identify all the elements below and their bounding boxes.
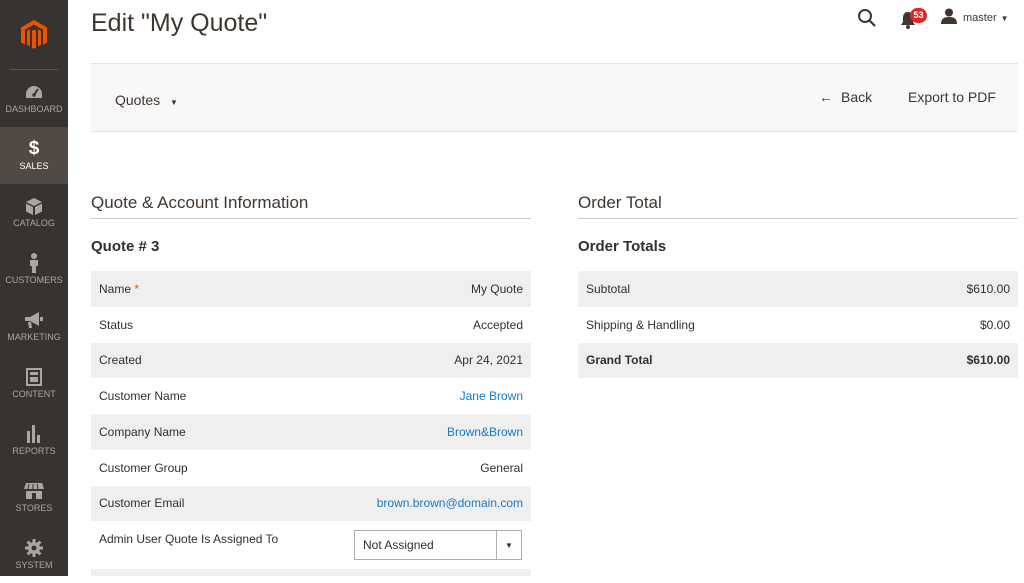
magento-logo-icon [21,20,47,49]
created-label: Created [99,353,142,368]
sidebar-item-sales[interactable]: $ SALES [0,127,68,184]
subtotal-label: Subtotal [586,281,631,296]
dashboard-icon [25,82,43,102]
sidebar-item-label: STORES [15,503,53,513]
user-account-menu[interactable]: master ▼ [941,8,1009,28]
subtotal-value: $610.00 [966,281,1010,296]
user-name: master [963,12,997,24]
sidebar-item-label: CUSTOMERS [5,275,63,285]
admin-sidebar: DASHBOARD $ SALES CATALOG CUSTOMERS MARK… [0,0,68,576]
chevron-down-icon: ▼ [170,98,178,107]
store-icon [24,481,44,501]
shipping-label: Shipping & Handling [586,317,695,332]
order-totals-title: Order Totals [578,238,667,255]
back-button[interactable]: ← Back [819,89,872,105]
sidebar-item-label: SYSTEM [15,560,53,570]
quotes-dropdown[interactable]: Quotes ▼ [115,92,178,108]
sidebar-item-label: SALES [19,161,49,171]
required-mark: * [134,281,140,296]
notification-count-badge[interactable]: 53 [910,8,927,23]
magento-logo[interactable] [0,0,68,70]
table-row: Status Accepted [91,307,531,343]
quote-account-section-title: Quote & Account Information [91,193,309,212]
created-value: Apr 24, 2021 [454,353,523,368]
company-name-link[interactable]: Brown&Brown [447,425,523,439]
search-icon[interactable] [857,8,877,28]
quote-number-title: Quote # 3 [91,238,160,255]
table-row: Subtotal $610.00 [578,271,1018,307]
company-name-label: Company Name [99,424,186,439]
sidebar-item-catalog[interactable]: CATALOG [0,184,68,241]
sidebar-item-label: MARKETING [7,332,61,342]
quote-name-value: My Quote [470,281,523,296]
chevron-down-icon[interactable]: ▼ [496,531,521,559]
sidebar-item-reports[interactable]: REPORTS [0,412,68,469]
customer-group-label: Customer Group [99,460,188,475]
table-row: Customer Group General [91,450,531,486]
export-to-pdf-button[interactable]: Export to PDF [908,89,996,105]
grand-total-value: $610.00 [966,353,1010,368]
quotes-dropdown-label: Quotes [115,92,161,108]
person-icon [28,253,40,273]
chevron-down-icon: ▼ [1000,13,1009,23]
grand-total-label: Grand Total [586,353,653,368]
table-row: Grand Total $610.00 [578,342,1018,379]
assigned-user-select-value: Not Assigned [363,538,434,552]
table-row: Created Apr 24, 2021 [91,342,531,379]
sidebar-item-label: CATALOG [13,218,55,228]
table-row: Shipping & Handling $0.00 [578,307,1018,343]
name-label: Name [99,281,132,296]
section-divider [91,218,531,219]
bar-chart-icon [26,424,42,444]
sidebar-item-label: DASHBOARD [5,104,63,114]
sidebar-item-stores[interactable]: STORES [0,469,68,526]
customer-email-link[interactable]: brown.brown@domain.com [377,496,523,510]
table-row: Customer Email brown.brown@domain.com [91,485,531,522]
cube-icon [26,196,42,216]
export-button-label: Export to PDF [908,89,996,105]
table-row [91,569,531,576]
customer-name-label: Customer Name [99,389,187,404]
sidebar-item-label: REPORTS [12,446,56,456]
page-actions-toolbar: Quotes ▼ ← Back Export to PDF [91,63,1018,132]
status-value: Accepted [472,317,523,332]
table-row: Customer Name Jane Brown [91,378,531,414]
table-row: Company Name Brown&Brown [91,414,531,450]
sidebar-item-content[interactable]: CONTENT [0,355,68,412]
sidebar-item-marketing[interactable]: MARKETING [0,298,68,355]
sidebar-item-system[interactable]: SYSTEM [0,526,68,583]
sidebar-item-customers[interactable]: CUSTOMERS [0,241,68,298]
row-label: Name * [99,282,139,296]
sidebar-item-dashboard[interactable]: DASHBOARD [0,70,68,127]
order-totals-table: Subtotal $610.00 Shipping & Handling $0.… [578,271,1018,379]
layout-icon [26,367,42,387]
table-row: Name * My Quote [91,271,531,307]
back-button-label: Back [841,89,873,105]
customer-email-label: Customer Email [99,496,185,511]
section-divider [578,218,1018,219]
customer-name-link[interactable]: Jane Brown [460,389,523,403]
page-title: Edit "My Quote" [91,9,268,37]
shipping-value: $0.00 [979,317,1010,332]
quote-info-table: Name * My Quote Status Accepted Created … [91,271,531,522]
sidebar-item-label: CONTENT [12,389,56,399]
megaphone-icon [24,310,44,330]
dollar-icon: $ [28,138,40,159]
status-label: Status [99,317,134,332]
assigned-user-label: Admin User Quote Is Assigned To [99,532,279,546]
assigned-user-select[interactable]: Not Assigned ▼ [354,530,522,560]
gear-icon [25,538,43,558]
user-icon [941,8,957,29]
arrow-left-icon: ← [819,89,833,105]
order-total-section-title: Order Total [578,193,662,212]
customer-group-value: General [480,460,523,475]
